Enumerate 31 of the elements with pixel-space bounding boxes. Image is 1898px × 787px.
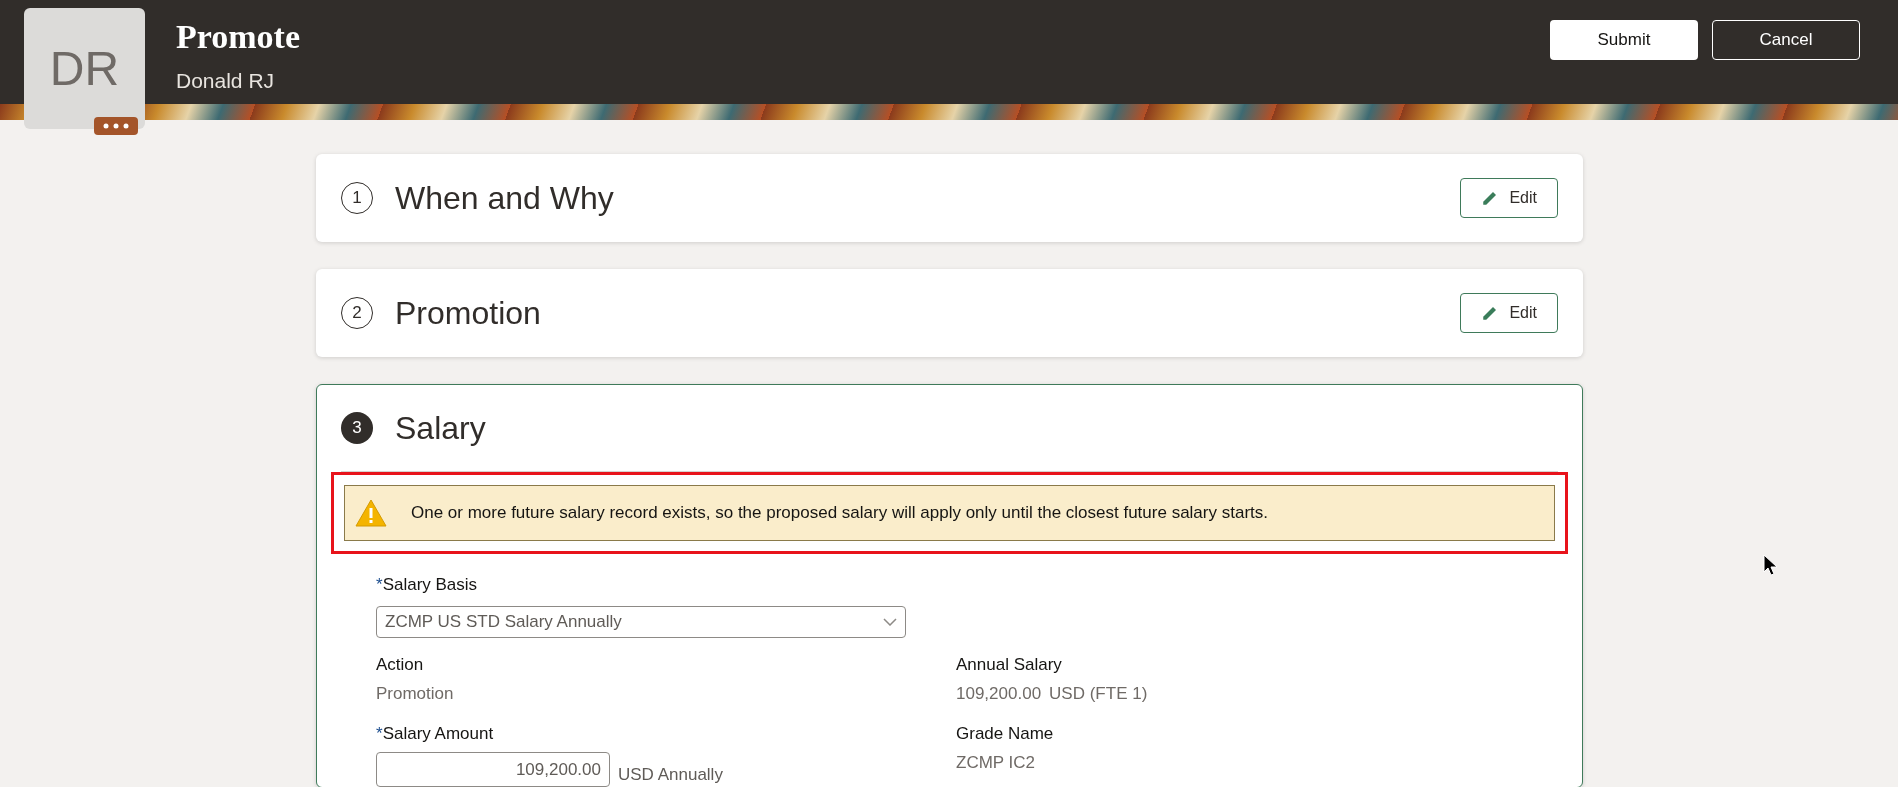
field-label: Annual Salary — [956, 653, 1062, 676]
required-mark: * — [376, 574, 383, 596]
unit-label: USD Annually — [618, 763, 723, 786]
mouse-pointer-icon — [1763, 554, 1779, 576]
field-label: Salary Basis — [382, 574, 478, 596]
salary-basis-select[interactable]: ZCMP US STD Salary Annually — [376, 605, 906, 638]
field-value: 109,200.00 — [956, 683, 1042, 705]
field-value: ZCMP IC2 — [956, 752, 1037, 774]
chevron-down-icon — [883, 617, 897, 626]
unit-label: USD (FTE 1) — [1049, 683, 1148, 705]
page-title: Promote — [176, 17, 300, 57]
field-label: Grade Name — [956, 722, 1054, 745]
section-title: Promotion — [395, 294, 541, 333]
field-value: Promotion — [376, 683, 455, 705]
more-button[interactable] — [94, 117, 138, 135]
submit-button[interactable]: Submit — [1550, 20, 1698, 60]
step-number: 3 — [341, 412, 373, 444]
edit-button[interactable]: Edit — [1460, 178, 1558, 218]
required-mark: * — [376, 722, 383, 745]
cancel-button[interactable]: Cancel — [1712, 20, 1860, 60]
warning-message: One or more future salary record exists, so the proposed salary will apply only until the closest future salary starts. — [411, 502, 1268, 525]
more-icon — [103, 123, 129, 129]
edit-button[interactable]: Edit — [1460, 293, 1558, 333]
warning-icon — [355, 499, 387, 527]
section-title: When and Why — [395, 179, 614, 218]
avatar-initials: DR — [49, 40, 120, 97]
field-label: Action — [376, 653, 424, 676]
section-title: Salary — [395, 409, 486, 448]
salary-amount-input[interactable]: 109,200.00 — [376, 752, 610, 787]
person-name: Donald RJ — [176, 67, 276, 94]
field-label: Salary Amount — [382, 722, 494, 745]
